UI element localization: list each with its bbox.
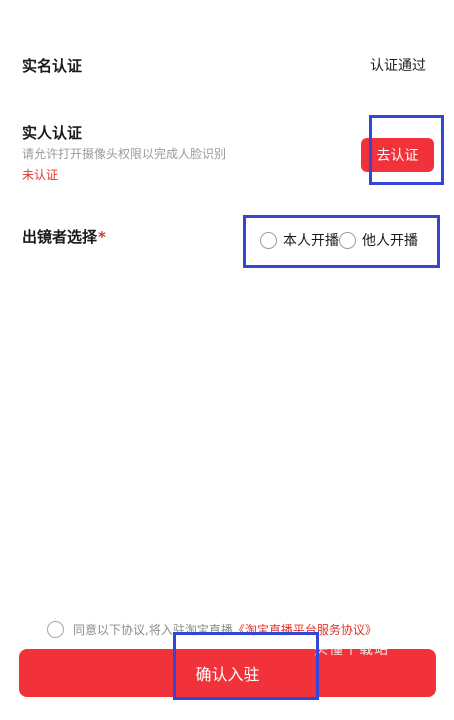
radio-other-label: 他人开播 <box>362 233 418 249</box>
radio-self-broadcast[interactable]: 本人开播 <box>260 230 339 250</box>
required-mark: * <box>98 228 106 246</box>
anchor-label-text: 出镜者选择 <box>22 228 98 246</box>
face-verification-title: 实人认证 <box>22 124 83 142</box>
anchor-selection-label: 出镜者选择* <box>22 226 106 247</box>
anchor-radio-group: 本人开播 他人开播 <box>260 228 418 252</box>
radio-circle-icon[interactable] <box>260 231 277 249</box>
watermark-text: 头懂个载站 <box>314 642 389 658</box>
agreement-checkbox[interactable] <box>47 621 64 638</box>
radio-other-broadcast[interactable]: 他人开播 <box>339 230 418 250</box>
radio-circle-icon[interactable] <box>339 231 356 249</box>
realname-row: 实名认证 认证通过 <box>22 52 426 78</box>
go-verify-button[interactable]: 去认证 <box>361 138 434 172</box>
agreement-link[interactable]: 《淘宝直播平台服务协议》 <box>233 621 377 638</box>
face-verification-status: 未认证 <box>22 168 59 182</box>
agreement-text: 同意以下协议,将入驻淘宝直播 <box>73 623 233 637</box>
radio-self-label: 本人开播 <box>283 233 339 249</box>
face-verification-description: 请允许打开摄像头权限以完成人脸识别 <box>22 147 227 161</box>
realname-status: 认证通过 <box>370 58 426 74</box>
realname-label: 实名认证 <box>22 56 83 75</box>
face-verification-section: 实人认证 请允许打开摄像头权限以完成人脸识别 未认证 <box>22 122 322 186</box>
agreement-row: 同意以下协议,将入驻淘宝直播 《淘宝直播平台服务协议》 <box>47 621 377 638</box>
